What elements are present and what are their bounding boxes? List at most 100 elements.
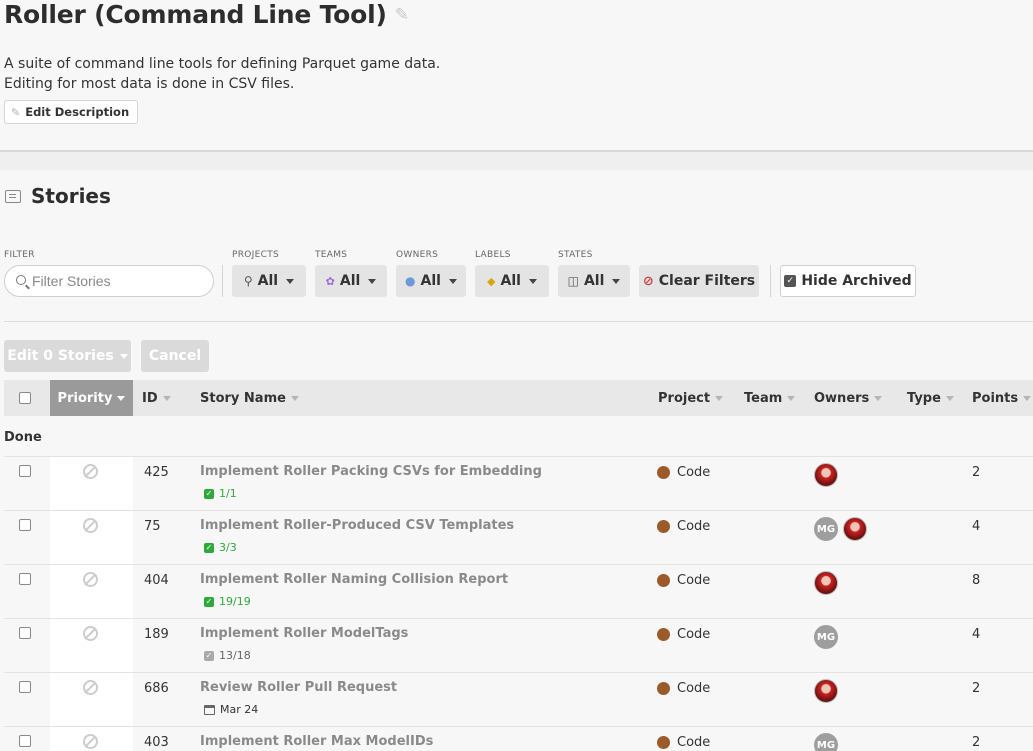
- project-name: Code: [677, 519, 711, 534]
- column-label: Priority: [57, 390, 113, 406]
- tag-icon: ◆: [487, 274, 496, 288]
- edit-stories-button[interactable]: Edit 0 Stories: [4, 340, 131, 372]
- avatar-initials[interactable]: MG: [814, 733, 838, 751]
- no-priority-icon[interactable]: [83, 626, 98, 641]
- story-name-link[interactable]: Implement Roller Packing CSVs for Embedd…: [200, 464, 542, 479]
- stories-icon: [5, 189, 21, 203]
- avatar[interactable]: [814, 463, 838, 487]
- story-meta: Mar 24: [204, 703, 258, 716]
- column-label: Team: [744, 390, 783, 406]
- project-name: Code: [677, 465, 711, 480]
- calendar-icon: [204, 704, 215, 715]
- owners-cell: [814, 463, 838, 487]
- filter-stories-input[interactable]: [32, 273, 202, 289]
- column-project[interactable]: Project: [658, 380, 724, 416]
- no-priority-icon[interactable]: [83, 464, 98, 479]
- no-priority-icon[interactable]: [83, 518, 98, 533]
- row-checkbox[interactable]: [19, 573, 31, 585]
- owners-filter-label: OWNERS: [396, 250, 439, 260]
- column-label: Project: [658, 390, 711, 406]
- description-line: A suite of command line tools for defini…: [4, 56, 441, 72]
- page-title: Roller (Command Line Tool) ✎: [4, 0, 409, 29]
- edit-title-icon[interactable]: ✎: [395, 5, 409, 25]
- story-name-link[interactable]: Implement Roller Max ModelIDs: [200, 734, 433, 749]
- feature-type-icon: [907, 681, 922, 696]
- story-meta: ✓ 13/18: [204, 649, 251, 662]
- column-type[interactable]: Type: [907, 380, 954, 416]
- hide-archived-button[interactable]: ✓ Hide Archived: [780, 265, 916, 297]
- edit-description-button[interactable]: ✎ Edit Description: [4, 100, 139, 124]
- table-row[interactable]: 404 Implement Roller Naming Collision Rep…: [4, 564, 1033, 618]
- row-checkbox[interactable]: [19, 681, 31, 693]
- filter-separator: [222, 265, 223, 297]
- row-checkbox[interactable]: [19, 519, 31, 531]
- column-priority[interactable]: Priority: [50, 380, 133, 416]
- story-points: 2: [972, 681, 981, 696]
- story-points: 2: [972, 735, 981, 750]
- story-meta-text: 13/18: [219, 649, 251, 662]
- story-id: 75: [144, 519, 161, 534]
- task-check-icon: ✓: [204, 542, 214, 553]
- chevron-down-icon: [286, 278, 295, 284]
- select-all-checkbox-cell[interactable]: [19, 380, 31, 416]
- story-points: 4: [972, 519, 981, 534]
- feature-type-icon: [907, 627, 922, 642]
- no-priority-icon[interactable]: [83, 734, 98, 749]
- owners-filter-value: All: [420, 273, 441, 289]
- story-name-link[interactable]: Review Roller Pull Request: [200, 680, 397, 695]
- teams-filter-dropdown[interactable]: ✿ All: [315, 265, 387, 297]
- story-points: 4: [972, 627, 981, 642]
- project-name: Code: [677, 735, 711, 750]
- avatar[interactable]: [814, 571, 838, 595]
- page-title-text: Roller (Command Line Tool): [4, 0, 387, 29]
- sort-icon: [787, 395, 796, 401]
- description-line: Editing for most data is done in CSV fil…: [4, 76, 295, 92]
- column-team[interactable]: Team: [744, 380, 796, 416]
- states-filter-dropdown[interactable]: ◫ All: [558, 265, 630, 297]
- story-meta-text: 3/3: [219, 541, 237, 554]
- column-story-name[interactable]: Story Name: [200, 380, 299, 416]
- hide-archived-label: Hide Archived: [801, 273, 912, 289]
- clear-filters-button[interactable]: ⊘ Clear Filters: [639, 265, 759, 297]
- story-name-link[interactable]: Implement Roller-Produced CSV Templates: [200, 518, 514, 533]
- column-id[interactable]: ID: [142, 380, 171, 416]
- clear-filters-label: Clear Filters: [658, 273, 756, 289]
- table-row[interactable]: 425 Implement Roller Packing CSVs for Emb…: [4, 456, 1033, 510]
- filter-stories-field[interactable]: [4, 265, 214, 297]
- feature-type-icon: [907, 519, 922, 534]
- avatar-initials[interactable]: MG: [814, 625, 838, 649]
- project-color-dot: [657, 736, 670, 749]
- cancel-button[interactable]: Cancel: [141, 340, 209, 372]
- table-row[interactable]: 189 Implement Roller ModelTags ✓ 13/18 Code M…: [4, 618, 1033, 672]
- edit-stories-label: Edit 0 Stories: [7, 348, 114, 364]
- no-priority-icon[interactable]: [83, 572, 98, 587]
- row-checkbox[interactable]: [19, 627, 31, 639]
- projects-filter-dropdown[interactable]: ⚲ All: [232, 265, 306, 297]
- edit-description-label: Edit Description: [25, 105, 130, 119]
- row-checkbox[interactable]: [19, 735, 31, 747]
- column-label: Type: [907, 390, 941, 406]
- pencil-icon: ✎: [11, 105, 21, 119]
- column-owners[interactable]: Owners: [814, 380, 883, 416]
- states-filter-label: STATES: [558, 250, 593, 260]
- owners-filter-dropdown[interactable]: ● All: [396, 265, 466, 297]
- row-checkbox[interactable]: [19, 465, 31, 477]
- sort-icon: [290, 395, 299, 401]
- story-id: 425: [144, 465, 169, 480]
- story-name-link[interactable]: Implement Roller Naming Collision Report: [200, 572, 508, 587]
- story-meta: ✓ 1/1: [204, 487, 237, 500]
- avatar[interactable]: [814, 679, 838, 703]
- avatar[interactable]: [843, 517, 867, 541]
- story-name-link[interactable]: Implement Roller ModelTags: [200, 626, 408, 641]
- no-priority-icon[interactable]: [83, 680, 98, 695]
- owners-cell: MG: [814, 733, 838, 751]
- column-points[interactable]: Points: [972, 380, 1032, 416]
- sort-icon: [715, 395, 724, 401]
- labels-filter-dropdown[interactable]: ◆ All: [475, 265, 549, 297]
- table-row[interactable]: 403 Implement Roller Max ModelIDs Code MG 2: [4, 726, 1033, 751]
- table-row[interactable]: 686 Review Roller Pull Request Mar 24 Code 2: [4, 672, 1033, 726]
- table-row[interactable]: 75 Implement Roller-Produced CSV Template…: [4, 510, 1033, 564]
- select-all-checkbox[interactable]: [19, 392, 31, 404]
- avatar-initials[interactable]: MG: [814, 517, 838, 541]
- filter-label: FILTER: [4, 250, 35, 260]
